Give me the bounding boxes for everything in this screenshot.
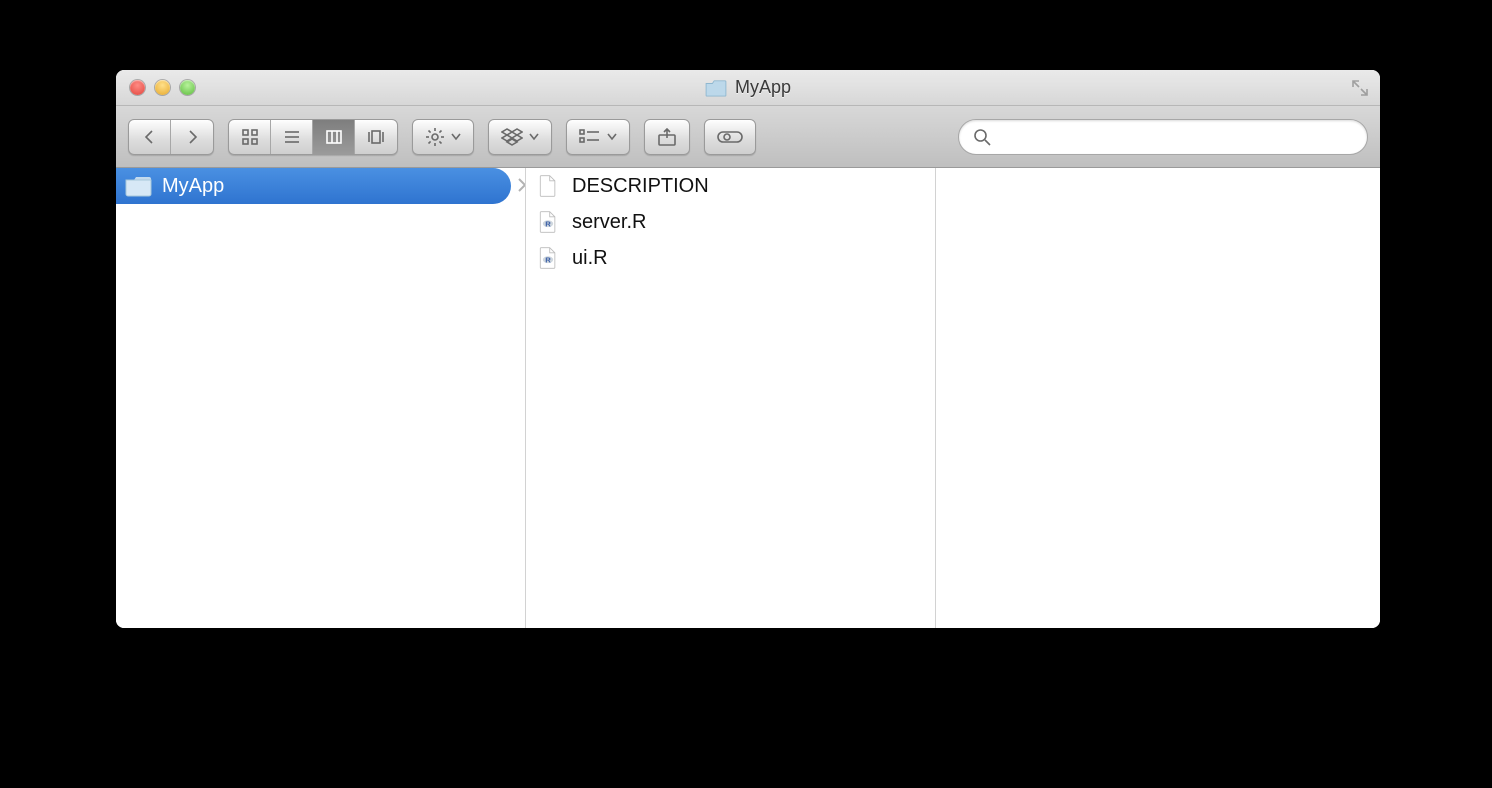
edit-tags-button[interactable]: [704, 119, 756, 155]
grid-icon: [241, 128, 259, 146]
list-view-button[interactable]: [271, 120, 313, 154]
document-icon: [534, 174, 562, 198]
coverflow-icon: [366, 128, 386, 146]
chevron-down-icon: [607, 133, 617, 141]
search-icon: [973, 128, 991, 146]
icon-view-button[interactable]: [229, 120, 271, 154]
chevron-right-icon: [184, 129, 200, 145]
gear-icon: [425, 127, 445, 147]
titlebar: MyApp: [116, 70, 1380, 106]
column-0[interactable]: MyApp: [116, 168, 526, 628]
chevron-left-icon: [142, 129, 158, 145]
folder-icon: [705, 79, 727, 97]
toolbar: [116, 106, 1380, 168]
folder-row[interactable]: MyApp: [116, 168, 511, 204]
minimize-button[interactable]: [155, 80, 170, 95]
folder-icon: [124, 174, 152, 198]
row-label: MyApp: [162, 175, 224, 198]
view-mode-segment: [228, 119, 398, 155]
disclosure-arrow-icon: [517, 175, 526, 198]
dropbox-menu-button[interactable]: [488, 119, 552, 155]
columns-icon: [325, 128, 343, 146]
column-view-button[interactable]: [313, 120, 355, 154]
file-row[interactable]: DESCRIPTION: [526, 168, 935, 204]
chevron-down-icon: [451, 133, 461, 141]
search-input[interactable]: [999, 128, 1353, 146]
svg-text:R: R: [545, 219, 551, 228]
row-label: ui.R: [572, 247, 608, 270]
column-1[interactable]: DESCRIPTION R server.R R ui.R: [526, 168, 936, 628]
column-2[interactable]: [936, 168, 1380, 628]
svg-text:R: R: [545, 255, 551, 264]
share-icon: [657, 128, 677, 146]
r-file-icon: R: [534, 210, 562, 234]
share-button[interactable]: [644, 119, 690, 155]
coverflow-view-button[interactable]: [355, 120, 397, 154]
zoom-button[interactable]: [180, 80, 195, 95]
finder-window: MyApp: [116, 70, 1380, 628]
forward-button[interactable]: [171, 120, 213, 154]
nav-back-forward: [128, 119, 214, 155]
fullscreen-icon[interactable]: [1350, 78, 1370, 98]
file-row[interactable]: R ui.R: [526, 240, 935, 276]
chevron-down-icon: [529, 133, 539, 141]
window-title: MyApp: [116, 70, 1380, 105]
window-title-text: MyApp: [735, 77, 791, 98]
search-field[interactable]: [958, 119, 1368, 155]
r-file-icon: R: [534, 246, 562, 270]
dropbox-icon: [501, 128, 523, 146]
arrange-icon: [579, 129, 601, 145]
list-icon: [283, 128, 301, 146]
back-button[interactable]: [129, 120, 171, 154]
row-label: DESCRIPTION: [572, 175, 709, 198]
row-label: server.R: [572, 211, 646, 234]
tags-icon: [717, 129, 743, 145]
file-row[interactable]: R server.R: [526, 204, 935, 240]
traffic-lights: [116, 80, 195, 95]
close-button[interactable]: [130, 80, 145, 95]
arrange-menu-button[interactable]: [566, 119, 630, 155]
column-browser: MyApp DESCRIPTION R: [116, 168, 1380, 628]
action-menu-button[interactable]: [412, 119, 474, 155]
